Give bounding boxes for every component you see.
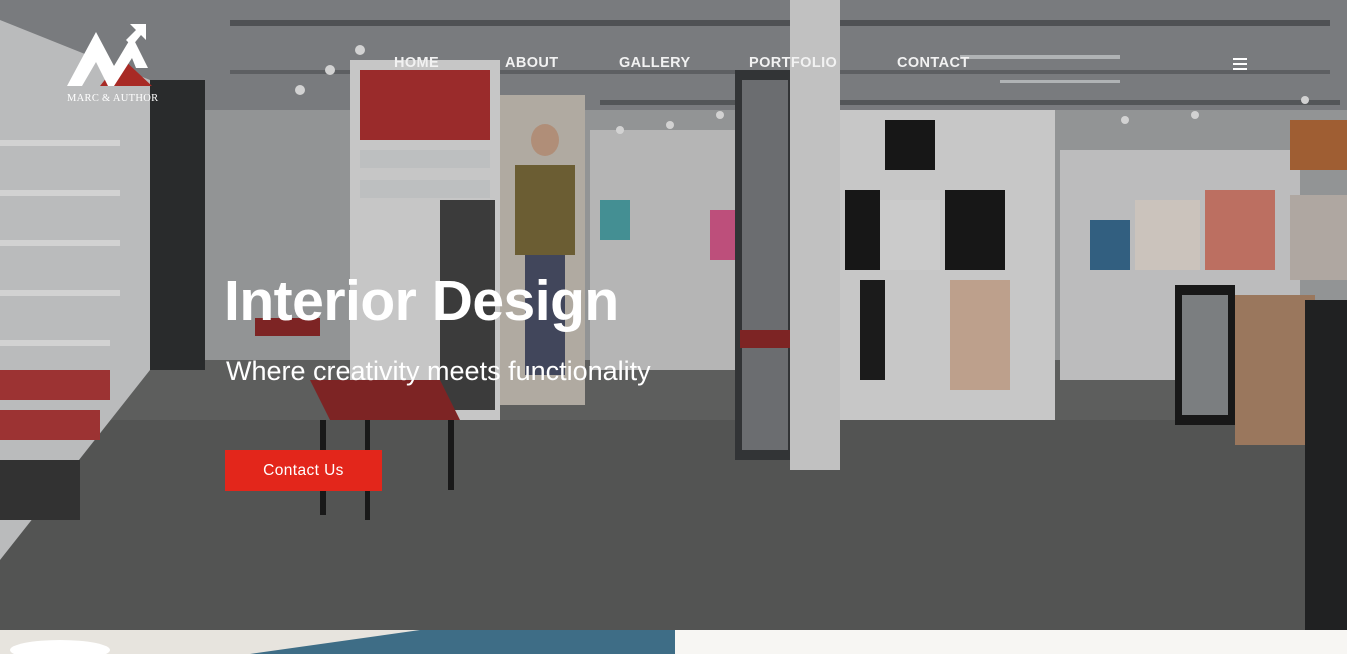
brand-name: MARC & AUTHOR [67,93,159,104]
nav-item-about[interactable]: ABOUT [505,55,559,71]
hero-title: Interior Design [224,269,619,333]
hero-overlay [0,0,1347,630]
contact-us-button[interactable]: Contact Us [225,450,382,491]
nav-item-gallery[interactable]: GALLERY [619,55,691,71]
hero-subtitle: Where creativity meets functionality [226,356,651,386]
logo-arrow-icon [126,24,146,46]
nav-item-contact[interactable]: CONTACT [897,55,970,71]
hero-section: MARC & AUTHOR HOME ABOUT GALLERY PORTFOL… [0,0,1347,630]
next-section-panel [675,630,1347,654]
nav-item-home[interactable]: HOME [394,55,439,71]
next-section-image [0,630,675,654]
hamburger-menu-icon[interactable] [1233,58,1247,70]
nav-item-portfolio[interactable]: PORTFOLIO [749,55,837,71]
